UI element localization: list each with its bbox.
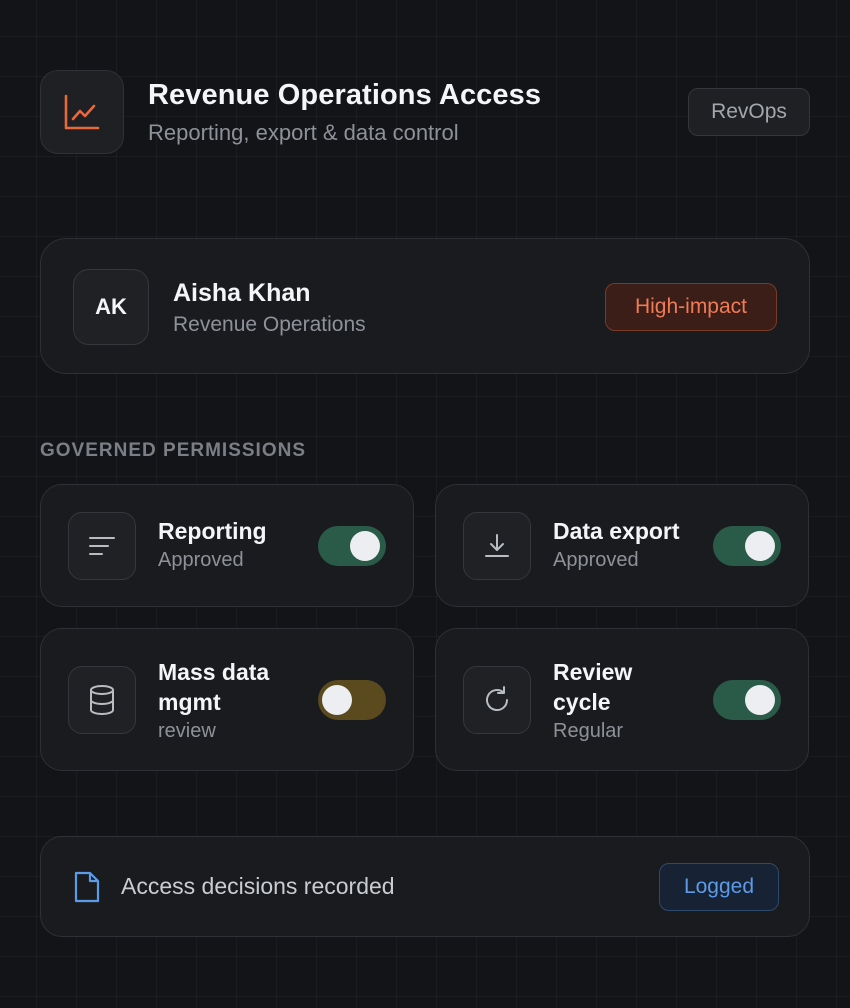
impact-badge: High-impact [605,283,777,331]
permission-card-mass-data-mgmt: Mass data mgmt review [40,628,414,771]
user-department: Revenue Operations [173,313,366,336]
permission-text: Reporting Approved [158,516,267,574]
refresh-icon [463,666,531,734]
permission-status: Approved [158,549,244,571]
permission-text: Review cycle Regular [553,657,632,745]
database-icon [68,666,136,734]
user-name: Aisha Khan [173,279,311,307]
permission-card-review-cycle: Review cycle Regular [435,628,809,771]
review-cycle-toggle[interactable] [713,680,781,720]
user-card: AK Aisha Khan Revenue Operations High-im… [40,238,810,374]
permission-name-line2: mgmt [158,689,221,715]
permission-name-line1: Mass data [158,659,270,685]
list-lines-icon [68,512,136,580]
permission-text: Data export Approved [553,516,680,574]
permission-status: Approved [553,549,639,571]
toggle-knob [350,531,380,561]
team-tag[interactable]: RevOps [688,88,810,136]
permission-name: Reporting [158,518,267,544]
permission-status: Regular [553,720,624,742]
page-header: Revenue Operations Access Reporting, exp… [40,70,810,154]
toggle-knob [745,531,775,561]
toggle-knob [745,685,775,715]
log-text: Access decisions recorded [121,873,395,899]
data-export-toggle[interactable] [713,526,781,566]
permission-name: Data export [553,518,680,544]
permission-card-reporting: Reporting Approved [40,484,414,607]
audit-log-bar: Access decisions recorded Logged [40,836,810,937]
permission-name-line1: Review [553,659,633,685]
toggle-knob [322,685,352,715]
avatar: AK [73,269,149,345]
mass-data-mgmt-toggle[interactable] [318,680,386,720]
permission-name-line2: cycle [553,689,611,715]
download-icon [463,512,531,580]
permission-status: review [158,720,216,742]
reporting-toggle[interactable] [318,526,386,566]
logged-badge[interactable]: Logged [659,863,779,911]
line-chart-icon [40,70,124,154]
permission-text: Mass data mgmt review [158,657,269,745]
page-title: Revenue Operations Access [148,79,542,111]
document-icon [73,870,101,904]
permission-card-data-export: Data export Approved [435,484,809,607]
page-subtitle: Reporting, export & data control [148,120,459,145]
section-label: GOVERNED PERMISSIONS [40,440,306,461]
